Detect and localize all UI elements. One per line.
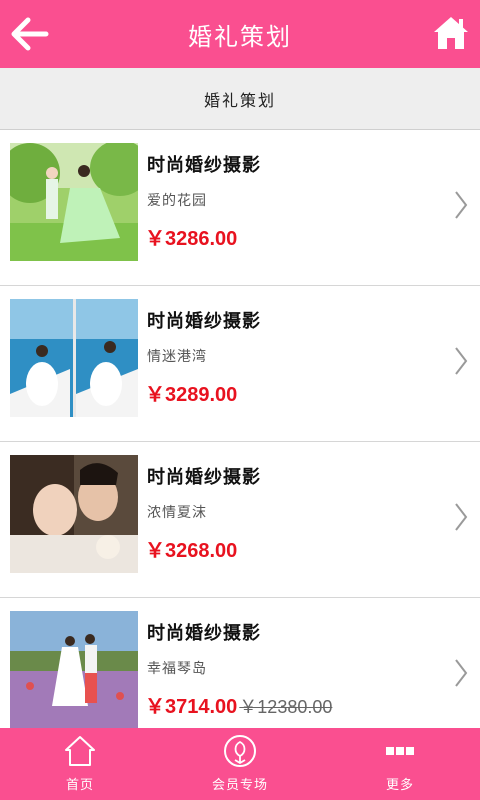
product-price: ￥3289.00 (145, 378, 237, 407)
product-subtitle: 爱的花园 (147, 193, 207, 209)
product-price: ￥3268.00 (145, 534, 237, 563)
tab-label: 更多 (385, 778, 414, 793)
product-thumbnail (10, 143, 138, 261)
home-icon[interactable] (432, 14, 470, 52)
product-thumbnail (10, 455, 138, 573)
product-name: 时尚婚纱摄影 (147, 623, 261, 644)
bottom-tab-bar: 首页 会员专场 更多 (0, 728, 480, 800)
tab-label: 会员专场 (211, 778, 268, 793)
original-price: ￥12380.00 (239, 697, 333, 717)
current-price: ￥3268.00 (145, 540, 238, 562)
current-price: ￥3714.00 (145, 696, 238, 718)
tab-more[interactable]: 更多 (320, 728, 480, 800)
current-price: ￥3286.00 (145, 228, 238, 250)
product-item[interactable]: 时尚婚纱摄影 浓情夏沫 ￥3268.00 (0, 442, 480, 598)
product-subtitle: 幸福琴岛 (147, 661, 207, 677)
product-item[interactable]: 时尚婚纱摄影 爱的花园 ￥3286.00 (0, 130, 480, 286)
home-outline-icon (65, 736, 95, 766)
product-thumbnail (10, 299, 138, 417)
product-name: 时尚婚纱摄影 (147, 311, 261, 332)
chevron-right-icon (455, 347, 468, 375)
product-item[interactable]: 时尚婚纱摄影 情迷港湾 ￥3289.00 (0, 286, 480, 442)
product-list: 时尚婚纱摄影 爱的花园 ￥3286.00 时尚婚纱摄影 情迷港湾 ￥3289.0… (0, 130, 480, 728)
flower-badge-icon (224, 735, 256, 767)
category-header: 婚礼策划 (0, 68, 480, 130)
product-name: 时尚婚纱摄影 (147, 467, 261, 488)
product-item[interactable]: 时尚婚纱摄影 幸福琴岛 ￥3714.00 ￥12380.00 (0, 598, 480, 728)
page-title: 婚礼策划 (188, 22, 292, 51)
chevron-right-icon (455, 659, 468, 687)
product-subtitle: 情迷港湾 (147, 349, 207, 365)
tab-home[interactable]: 首页 (0, 728, 160, 800)
product-thumbnail (10, 611, 138, 728)
tab-member[interactable]: 会员专场 (160, 728, 320, 800)
product-name: 时尚婚纱摄影 (147, 155, 261, 176)
more-dots-icon (386, 747, 414, 755)
product-price: ￥3714.00 ￥12380.00 (145, 690, 332, 719)
current-price: ￥3289.00 (145, 384, 238, 406)
product-price: ￥3286.00 (145, 222, 237, 251)
top-bar: 婚礼策划 (0, 0, 480, 68)
category-label: 婚礼策划 (203, 90, 276, 110)
chevron-right-icon (455, 191, 468, 219)
tab-label: 首页 (65, 778, 94, 793)
back-arrow-icon[interactable] (10, 16, 50, 52)
product-subtitle: 浓情夏沫 (147, 505, 207, 521)
chevron-right-icon (455, 503, 468, 531)
